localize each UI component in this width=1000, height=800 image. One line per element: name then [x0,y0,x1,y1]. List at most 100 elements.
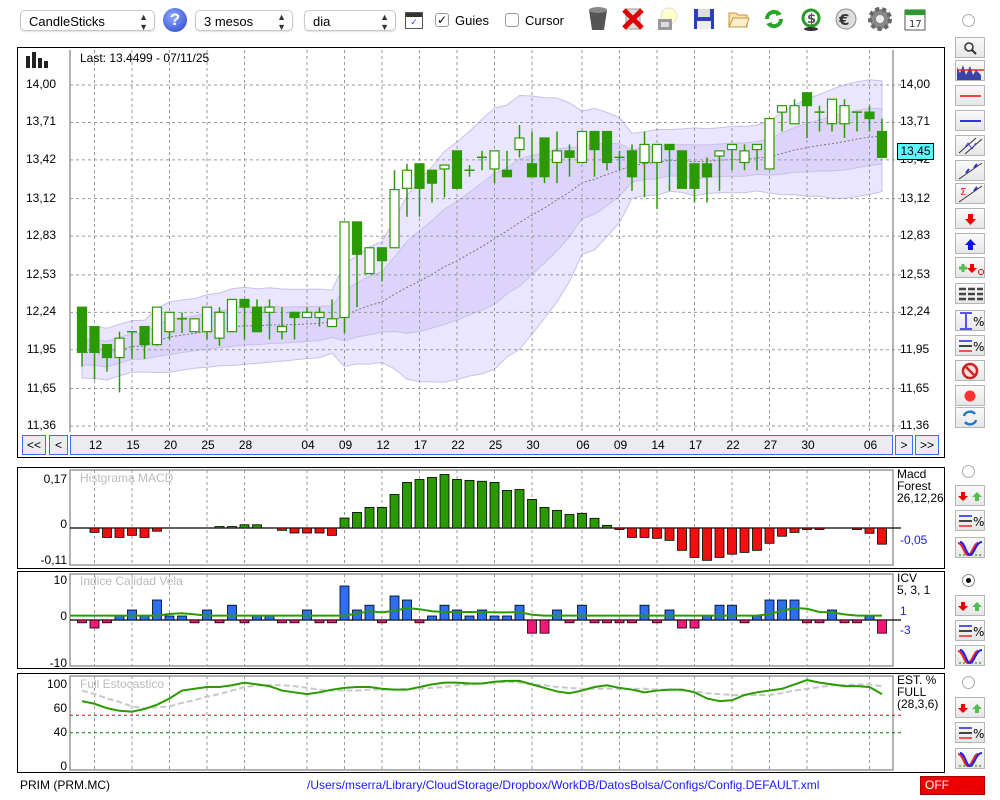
date-tick-label: 28 [238,438,253,452]
buy-sell-signals-button[interactable] [955,697,985,718]
date-tick-label: 12 [88,438,103,452]
bar-chart-icon[interactable] [26,52,50,71]
cursor-checkbox[interactable] [505,13,519,27]
red-line-button[interactable] [955,85,985,106]
indicator-curve-icon [957,649,983,665]
buy-sell-signals-button[interactable] [955,595,985,616]
folder-open-icon[interactable] [727,6,751,32]
blue-line-icon [960,120,981,122]
stochastic-title: Full Estocastico [80,677,165,691]
zoom-button[interactable] [955,37,985,58]
channel-icon [958,137,983,155]
dollar-refresh-icon[interactable]: $ [799,6,823,32]
lines-percent-button[interactable]: % [955,510,985,531]
status-toggle[interactable]: OFF [920,776,985,795]
arrow-down-button[interactable] [955,208,985,229]
arrow-up-button[interactable] [955,233,985,254]
svg-text:%: % [973,515,984,529]
sigma-trendline-button[interactable]: Σ [955,183,985,204]
price-tick-label: 14,00 [25,77,56,91]
blue-line-button[interactable] [955,110,985,131]
buy-sell-signals-button[interactable] [955,485,985,506]
indicator-curve-button[interactable] [955,537,985,558]
config-path-link[interactable]: /Users/mserra/Library/CloudStorage/Dropb… [307,778,819,792]
price-tick-label: 12,53 [25,266,56,281]
save-icon[interactable] [692,6,716,32]
interval-select[interactable]: dia ▲ ▼ [304,10,396,32]
date-scrollbar[interactable]: 12 15 20 25 28 04 09 12 17 22 25 30 06 09 14 17 22 27 30 06 [70,435,893,455]
price-tick-label: 12,83 [25,228,56,243]
price-chart-panel [17,47,945,458]
gear-icon[interactable] [866,6,894,32]
indicator-curve-icon [957,541,983,557]
svg-text:$: $ [807,12,816,27]
lamp-icon[interactable] [655,6,679,32]
euro-icon[interactable]: € [834,6,858,32]
indicator-curve-button[interactable] [955,748,985,769]
date-tick-label: 06 [863,438,878,452]
select-chevron-icon: ▲ ▼ [277,12,286,32]
range-percent-button[interactable]: % [955,310,985,331]
price-tick-label: 13,12 [25,190,56,205]
guides-checkbox[interactable]: ✓ [435,13,449,27]
nav-prev-button[interactable]: < [49,435,68,455]
add-signal-button[interactable] [955,257,985,278]
date-tick-label: 22 [451,438,465,452]
buy-sell-signals-icon [958,602,982,611]
volume-chart-button[interactable] [955,60,985,81]
channel-button[interactable] [955,135,985,156]
current-price-tag: 13,45 [897,143,934,160]
macd-value: -0,05 [900,533,928,547]
chart-window-icon[interactable]: ✓ [405,12,423,29]
indicator-curve-icon [957,752,983,768]
nav-next-button[interactable]: > [895,435,913,455]
date-tick-label: 17 [688,438,703,452]
lines-percent-icon: % [959,515,984,529]
select-chevron-icon: ▲ ▼ [380,12,389,32]
refresh-icon[interactable] [762,6,786,32]
calendar-icon[interactable]: 17 [903,6,927,32]
period-value: 3 mesos [204,14,254,29]
price-tick-label: 11,65 [900,380,930,395]
svg-text:€: € [838,11,849,29]
stop-button[interactable] [955,360,985,381]
icv-value: -3 [900,623,911,637]
trash-icon[interactable] [586,6,610,32]
svg-text:%: % [973,315,984,329]
macd-tick: 0 [60,517,67,531]
stochastic-legend: EST. % FULL (28,3,6) [897,674,938,710]
macd-tick: 0,17 [43,472,67,486]
volume-chart-icon [957,65,985,81]
nav-first-button[interactable]: << [22,435,46,455]
swap-button[interactable] [955,407,985,428]
indicator-curve-button[interactable] [955,645,985,666]
date-tick-label: 30 [801,438,815,452]
help-button[interactable]: ? [163,8,187,32]
chart-type-select[interactable]: CandleSticks ▲ ▼ [20,10,155,32]
date-tick-label: 25 [201,438,215,452]
macd-panel-radio[interactable] [962,465,975,478]
date-tick-label: 14 [651,438,665,452]
cursor-label: Cursor [525,13,565,28]
interval-value: dia [313,14,331,29]
lines-percent-icon: % [959,340,984,354]
lines-percent-button[interactable]: % [955,722,985,743]
icv-panel-radio[interactable] [962,574,975,587]
date-tick-label: 15 [126,438,140,452]
trendline-button[interactable] [955,160,985,181]
delete-icon[interactable] [621,6,645,32]
stochastic-panel-radio[interactable] [962,676,975,689]
period-select[interactable]: 3 mesos ▲ ▼ [195,10,293,32]
icv-legend: ICV 5, 3, 1 [897,572,930,596]
legend-line: (28,3,6) [897,697,939,711]
dashed-lines-button[interactable] [955,283,985,304]
nav-last-button[interactable]: >> [915,435,939,455]
svg-text:%: % [973,340,984,354]
record-button[interactable] [955,385,985,406]
icv-tick: 0 [60,609,67,623]
main-panel-radio[interactable] [962,14,975,27]
lines-percent-button[interactable]: % [955,620,985,641]
lines-percent-button[interactable]: % [955,335,985,356]
select-chevron-icon: ▲ ▼ [139,12,148,32]
svg-text:%: % [973,727,984,741]
